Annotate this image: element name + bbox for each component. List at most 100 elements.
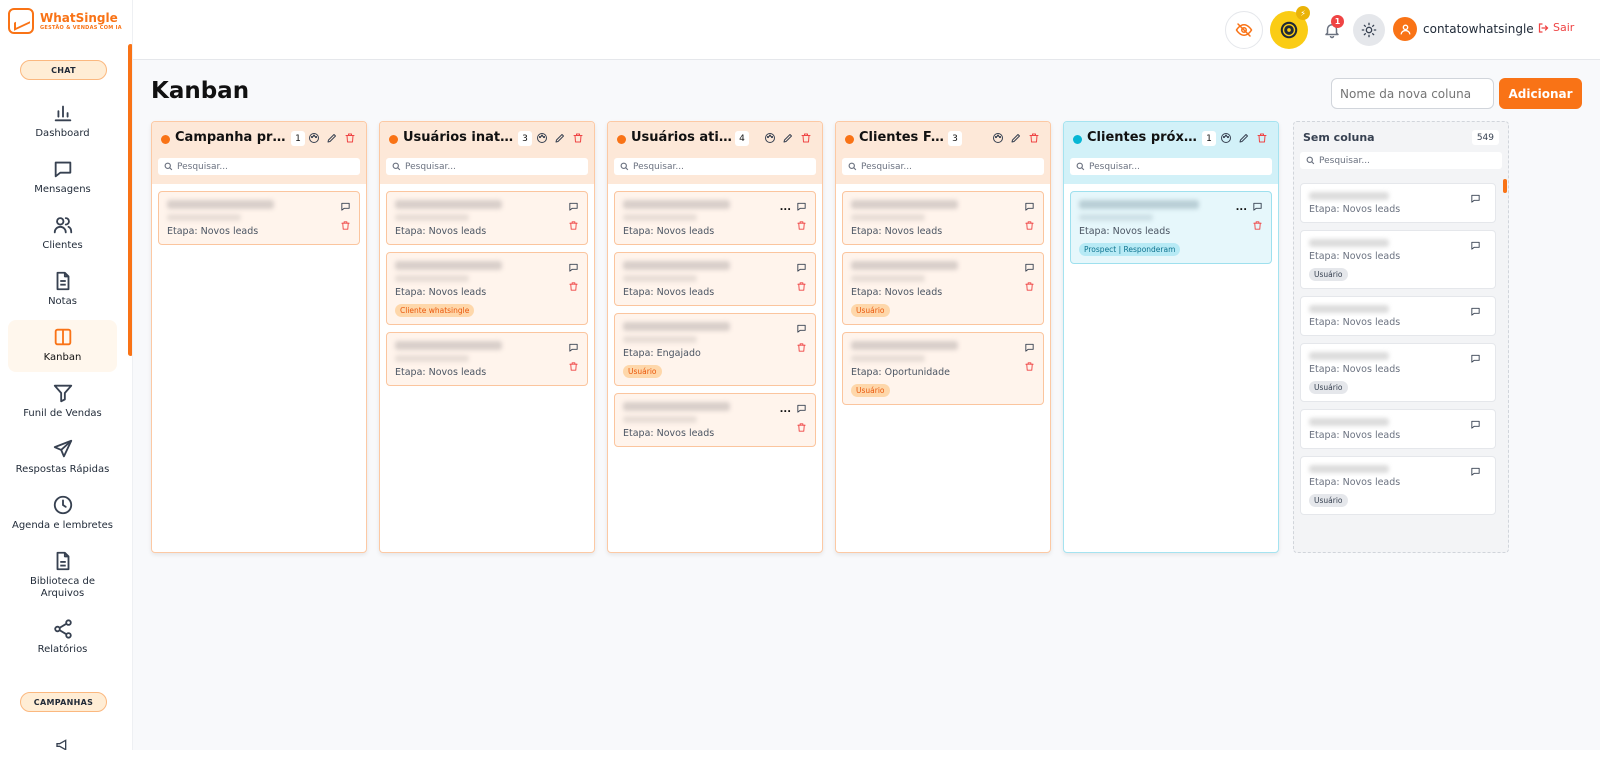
unassigned-card[interactable]: Etapa: Novos leads	[1300, 409, 1496, 449]
kanban-card[interactable]: Etapa: Novos leads	[158, 191, 360, 245]
chat-icon[interactable]	[568, 342, 579, 353]
trash-icon[interactable]	[344, 132, 356, 144]
chat-icon[interactable]	[796, 323, 807, 334]
trash-icon[interactable]	[568, 281, 579, 292]
palette-icon[interactable]	[1220, 132, 1232, 144]
sidebar-item-agenda[interactable]: Agenda e lembretes	[8, 494, 117, 534]
logo-subtitle: GESTÃO & VENDAS COM IA	[40, 24, 122, 31]
sidebar-item-biblioteca[interactable]: Biblioteca de Arquivos	[8, 550, 117, 602]
add-column-button[interactable]: Adicionar	[1499, 78, 1582, 109]
edit-icon[interactable]	[782, 132, 794, 144]
sidebar-item-campaign[interactable]	[8, 737, 117, 750]
trash-icon[interactable]	[568, 361, 579, 372]
column-title[interactable]: Campanha prot...	[175, 130, 289, 145]
palette-icon[interactable]	[764, 132, 776, 144]
column-title[interactable]: Clientes Frios	[859, 130, 946, 145]
kanban-card[interactable]: Etapa: Novos leads Cliente whatsingle	[386, 252, 588, 325]
card-contact-name	[1309, 465, 1390, 473]
edit-icon[interactable]	[326, 132, 338, 144]
notifications-button[interactable]: 1	[1313, 11, 1351, 49]
trash-icon[interactable]	[1024, 361, 1035, 372]
chat-icon[interactable]	[1470, 419, 1481, 430]
logout-button[interactable]: Sair	[1537, 21, 1574, 34]
palette-icon[interactable]	[308, 132, 320, 144]
chat-icon[interactable]	[1252, 201, 1263, 212]
unassigned-card[interactable]: Etapa: Novos leads	[1300, 183, 1496, 223]
theme-toggle-button[interactable]	[1353, 14, 1385, 46]
chat-icon[interactable]	[1470, 466, 1481, 477]
trash-icon[interactable]	[572, 132, 584, 144]
unassigned-card[interactable]: Etapa: Novos leads Usuário	[1300, 456, 1496, 515]
unassigned-card[interactable]: Etapa: Novos leads Usuário	[1300, 230, 1496, 289]
chat-icon[interactable]	[796, 403, 807, 414]
logo[interactable]: WhatSingle GESTÃO & VENDAS COM IA	[8, 8, 122, 34]
chat-icon[interactable]	[568, 262, 579, 273]
kanban-card[interactable]: Etapa: Novos leads	[386, 191, 588, 245]
page-title: Kanban	[151, 78, 250, 104]
palette-icon[interactable]	[992, 132, 1004, 144]
kanban-card[interactable]: Etapa: Novos leads	[386, 332, 588, 386]
chat-icon[interactable]	[568, 201, 579, 212]
chat-icon[interactable]	[1024, 201, 1035, 212]
chat-icon[interactable]	[1470, 353, 1481, 364]
user-menu[interactable]: contatowhatsingle	[1393, 17, 1534, 41]
column-search-input[interactable]: Pesquisar...	[842, 158, 1044, 175]
sidebar-item-relatorios[interactable]: Relatórios	[8, 618, 117, 658]
trash-icon[interactable]	[340, 220, 351, 231]
column-title[interactable]: Clientes próxim...	[1087, 130, 1200, 145]
new-column-input[interactable]	[1331, 78, 1494, 109]
trash-icon[interactable]	[796, 281, 807, 292]
trash-icon[interactable]	[796, 220, 807, 231]
sidebar-scrollbar[interactable]	[128, 44, 132, 356]
kanban-card[interactable]: Etapa: Novos leads	[842, 191, 1044, 245]
kanban-card[interactable]: ... Etapa: Novos leads Prospect | Respon…	[1070, 191, 1272, 264]
sidebar-item-clientes[interactable]: Clientes	[8, 214, 117, 254]
chat-icon[interactable]	[1024, 342, 1035, 353]
chat-icon[interactable]	[1470, 240, 1481, 251]
hide-values-button[interactable]	[1225, 11, 1263, 49]
sidebar-item-kanban[interactable]: Kanban	[8, 320, 117, 372]
unassigned-card[interactable]: Etapa: Novos leads Usuário	[1300, 343, 1496, 402]
credits-button[interactable]: ⚡	[1270, 6, 1310, 49]
kanban-card[interactable]: ... Etapa: Novos leads	[614, 191, 816, 245]
kanban-card[interactable]: Etapa: Novos leads	[614, 252, 816, 306]
column-search-input[interactable]: Pesquisar...	[386, 158, 588, 175]
edit-icon[interactable]	[554, 132, 566, 144]
trash-icon[interactable]	[568, 220, 579, 231]
trash-icon[interactable]	[796, 422, 807, 433]
chat-icon[interactable]	[1024, 262, 1035, 273]
trash-icon[interactable]	[796, 342, 807, 353]
column-title[interactable]: Usuários inativos	[403, 130, 516, 145]
chat-icon[interactable]	[1470, 193, 1481, 204]
chat-icon[interactable]	[340, 201, 351, 212]
sidebar-item-dashboard[interactable]: Dashboard	[8, 102, 117, 142]
column-search-input[interactable]: Pesquisar...	[1070, 158, 1272, 175]
kanban-card[interactable]: Etapa: Novos leads Usuário	[842, 252, 1044, 325]
sidebar-item-funil[interactable]: Funil de Vendas	[8, 382, 117, 422]
kanban-card[interactable]: ... Etapa: Novos leads	[614, 393, 816, 447]
chat-icon[interactable]	[1470, 306, 1481, 317]
trash-icon[interactable]	[800, 132, 812, 144]
kanban-card[interactable]: Etapa: Engajado Usuário	[614, 313, 816, 386]
edit-icon[interactable]	[1010, 132, 1022, 144]
card-stage: Etapa: Novos leads	[623, 428, 715, 439]
trash-icon[interactable]	[1024, 281, 1035, 292]
chat-icon[interactable]	[796, 201, 807, 212]
chat-icon[interactable]	[796, 262, 807, 273]
kanban-card[interactable]: Etapa: Oportunidade Usuário	[842, 332, 1044, 405]
trash-icon[interactable]	[1256, 132, 1268, 144]
sidebar-item-notas[interactable]: Notas	[8, 270, 117, 310]
unassigned-card[interactable]: Etapa: Novos leads	[1300, 296, 1496, 336]
column-search-input[interactable]: Pesquisar...	[614, 158, 816, 175]
trash-icon[interactable]	[1252, 220, 1263, 231]
palette-icon[interactable]	[536, 132, 548, 144]
sidebar-item-mensagens[interactable]: Mensagens	[8, 158, 117, 198]
column-search-input[interactable]: Pesquisar...	[158, 158, 360, 175]
edit-icon[interactable]	[1238, 132, 1250, 144]
no-column-search-input[interactable]: Pesquisar...	[1300, 152, 1502, 169]
sidebar-item-respostas[interactable]: Respostas Rápidas	[8, 438, 117, 478]
no-column-scrollbar[interactable]	[1503, 179, 1507, 193]
column-title[interactable]: Usuários ativos	[631, 130, 733, 145]
trash-icon[interactable]	[1028, 132, 1040, 144]
trash-icon[interactable]	[1024, 220, 1035, 231]
